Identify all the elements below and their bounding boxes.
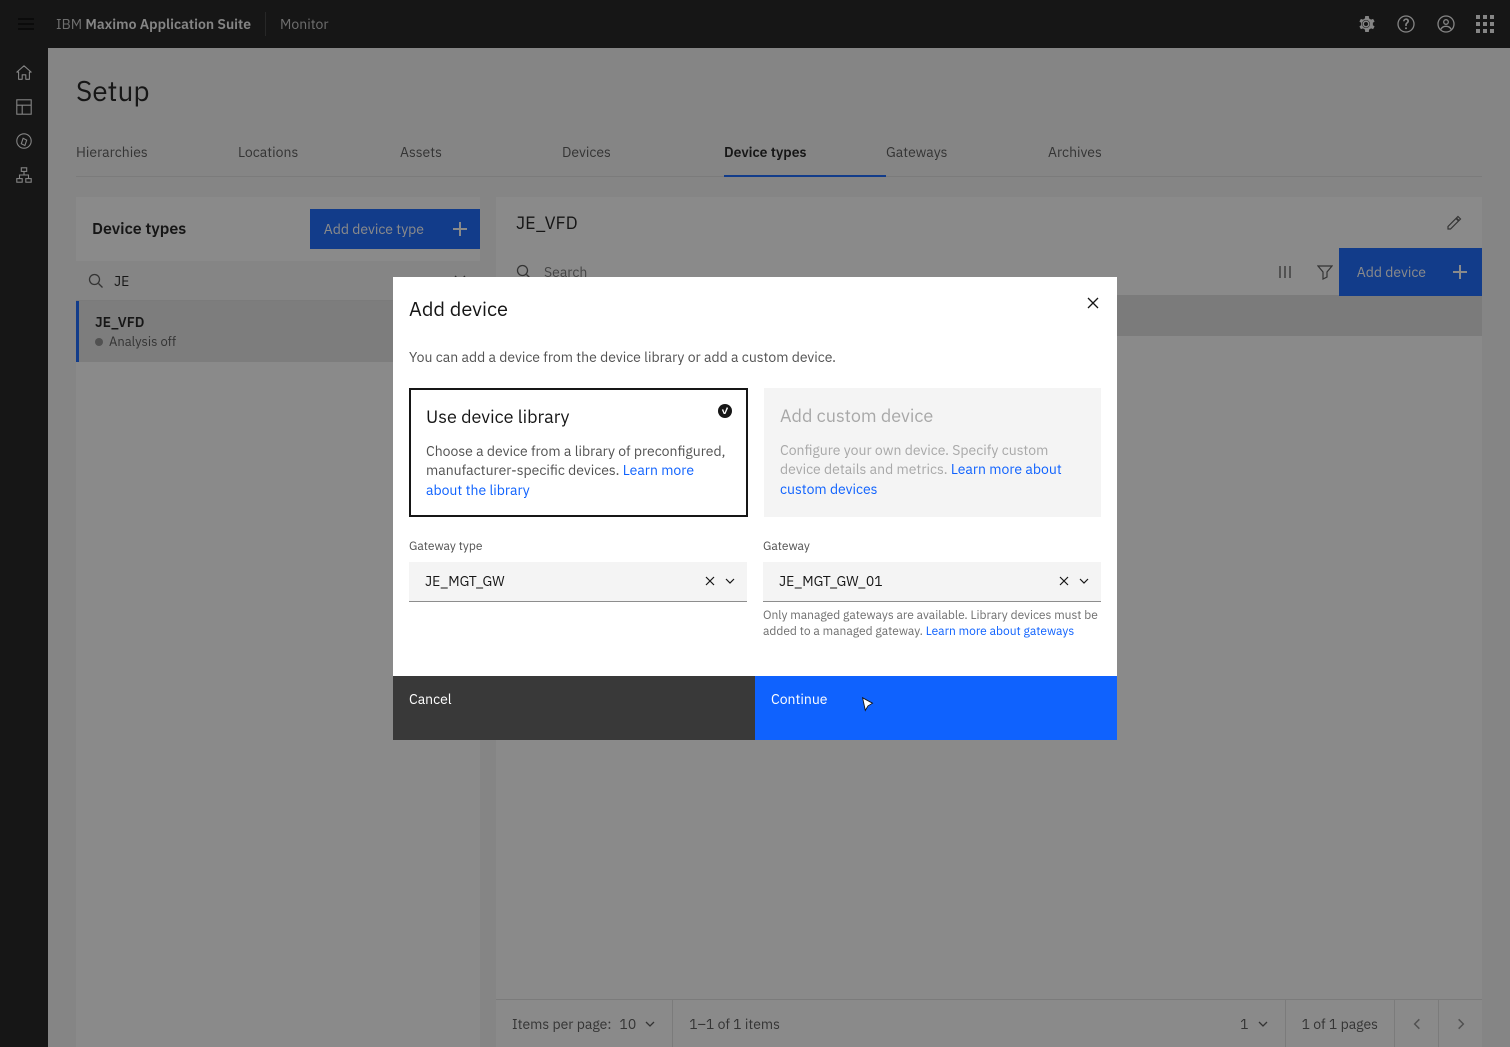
gateway-value: JE_MGT_GW_01 <box>779 572 1051 590</box>
card-library-heading: Use device library <box>426 405 731 428</box>
card-use-library[interactable]: Use device library Choose a device from … <box>409 388 748 517</box>
card-add-custom: Add custom device Configure your own dev… <box>764 388 1101 517</box>
modal-title: Add device <box>409 295 508 322</box>
chevron-down-icon[interactable] <box>723 574 737 588</box>
clear-icon[interactable] <box>703 574 717 588</box>
cursor-icon <box>859 696 877 714</box>
modal-description: You can add a device from the device lib… <box>409 348 1101 366</box>
gateway-type-label: Gateway type <box>409 539 747 554</box>
gateway-type-select[interactable]: JE_MGT_GW <box>409 562 747 602</box>
clear-icon[interactable] <box>1057 574 1071 588</box>
gateway-helper: Only managed gateways are available. Lib… <box>763 608 1101 640</box>
modal-overlay: Add device You can add a device from the… <box>0 0 1510 1047</box>
card-library-body: Choose a device from a library of precon… <box>426 442 731 500</box>
selected-check-icon <box>718 404 732 418</box>
cancel-button[interactable]: Cancel <box>393 676 755 740</box>
gateway-label: Gateway <box>763 539 1101 554</box>
gateway-type-value: JE_MGT_GW <box>425 572 697 590</box>
add-device-modal: Add device You can add a device from the… <box>393 277 1117 740</box>
chevron-down-icon[interactable] <box>1077 574 1091 588</box>
close-icon[interactable] <box>1085 295 1101 316</box>
learn-gateways-link[interactable]: Learn more about gateways <box>926 624 1075 639</box>
card-custom-heading: Add custom device <box>780 404 1085 427</box>
gateway-select[interactable]: JE_MGT_GW_01 <box>763 562 1101 602</box>
continue-button[interactable]: Continue <box>755 676 1117 740</box>
card-custom-body: Configure your own device. Specify custo… <box>780 441 1085 499</box>
